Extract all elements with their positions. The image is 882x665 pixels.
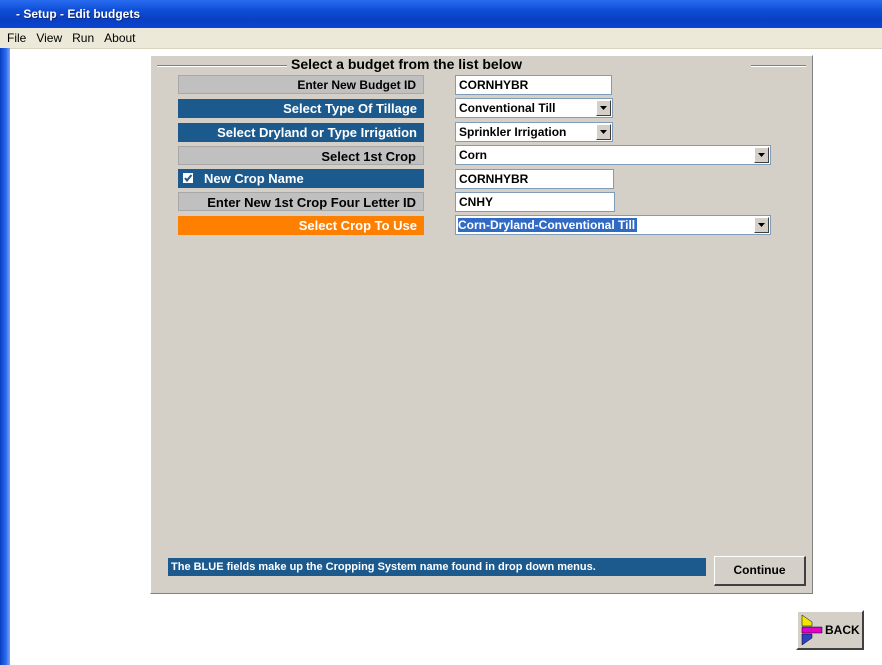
chevron-down-icon [758,223,765,227]
menu-about[interactable]: About [99,31,140,45]
first-crop-dropdown[interactable]: Corn [455,145,771,165]
new-crop-name-input[interactable]: CORNHYBR [455,169,614,189]
crop-to-use-value: Corn-Dryland-Conventional Till [458,218,638,232]
irrigation-dropdown[interactable]: Sprinkler Irrigation [455,122,613,142]
menu-bar: File View Run About [0,28,882,49]
crop-to-use-dropdown-arrow[interactable] [754,217,769,233]
checkmark-icon [184,174,193,183]
chevron-down-icon [600,130,607,134]
tillage-dropdown-arrow[interactable] [596,100,611,116]
budget-id-label: Enter New Budget ID [178,75,424,94]
title-bar: - Setup - Edit budgets [0,0,882,28]
new-crop-name-checkbox[interactable] [182,172,194,184]
menu-file[interactable]: File [2,31,31,45]
crop-to-use-label: Select Crop To Use [178,216,424,235]
window-left-border [0,48,10,665]
first-crop-label: Select 1st Crop [178,146,424,165]
menu-view[interactable]: View [31,31,67,45]
menu-run[interactable]: Run [67,31,99,45]
new-crop-name-label: New Crop Name [204,171,304,186]
new-crop-name-row: New Crop Name [178,169,424,188]
tillage-value: Conventional Till [459,101,556,115]
status-message: The BLUE fields make up the Cropping Sys… [168,558,706,576]
budget-panel: Select a budget from the list below Ente… [150,55,813,594]
back-button[interactable]: BACK [796,610,864,650]
group-border-right [751,65,806,67]
first-crop-dropdown-arrow[interactable] [754,147,769,163]
crop-to-use-dropdown[interactable]: Corn-Dryland-Conventional Till [455,215,771,235]
four-letter-id-input[interactable]: CNHY [455,192,615,212]
chevron-down-icon [758,153,765,157]
tillage-label: Select Type Of Tillage [178,99,424,118]
window-title: - Setup - Edit budgets [16,7,140,21]
irrigation-dropdown-arrow[interactable] [596,124,611,140]
tillage-dropdown[interactable]: Conventional Till [455,98,613,118]
back-button-label: BACK [825,623,860,637]
chevron-down-icon [600,106,607,110]
group-border-left [157,65,287,67]
back-arrow-icon [801,614,823,646]
irrigation-label: Select Dryland or Type Irrigation [178,123,424,142]
irrigation-value: Sprinkler Irrigation [459,125,567,139]
four-letter-id-label: Enter New 1st Crop Four Letter ID [178,192,424,211]
budget-id-input[interactable]: CORNHYBR [455,75,612,95]
group-title: Select a budget from the list below [289,56,525,72]
first-crop-value: Corn [459,148,487,162]
continue-button[interactable]: Continue [714,556,806,586]
